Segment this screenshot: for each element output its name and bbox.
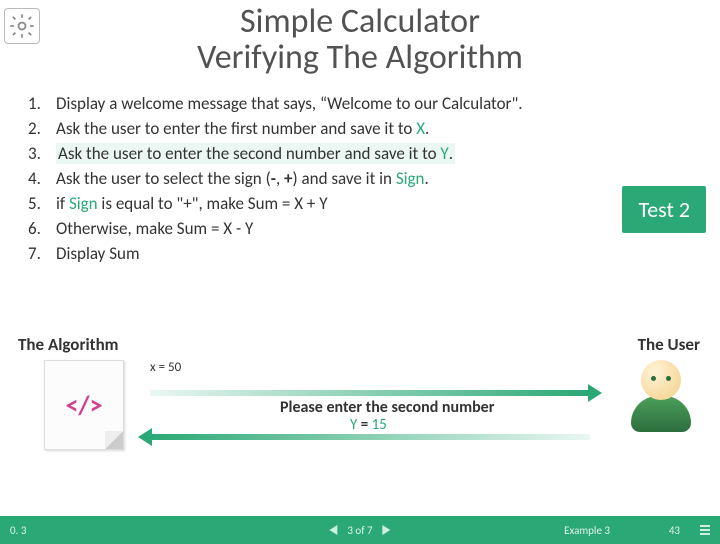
step-6: 6.Otherwise, make Sum = X - Y: [28, 218, 720, 239]
page-number: 43: [669, 524, 680, 537]
y-assignment: Y = 15: [350, 416, 387, 434]
algorithm-steps: 1.Display a welcome message that says, “…: [28, 93, 720, 264]
step-5: 5.if Sign is equal to "+", make Sum = X …: [28, 193, 720, 214]
example-label: Example 3: [564, 524, 610, 537]
pager: 3 of 7: [329, 524, 390, 537]
prompt-text: Please enter the second number: [280, 398, 494, 417]
step-2: 2.Ask the user to enter the first number…: [28, 118, 720, 139]
menu-icon[interactable]: [700, 525, 710, 535]
pager-text: 3 of 7: [347, 524, 372, 537]
slide-title: Simple Calculator: [0, 4, 720, 40]
prev-icon[interactable]: [329, 525, 337, 535]
user-avatar-icon: [626, 360, 696, 440]
step-3: 3.Ask the user to enter the second numbe…: [28, 143, 720, 164]
gear-icon: [4, 8, 40, 44]
arrow-right-icon: [150, 390, 590, 396]
algorithm-label: The Algorithm: [18, 334, 119, 355]
code-doc-icon: </>: [44, 360, 124, 450]
step-4: 4.Ask the user to select the sign (-, +)…: [28, 168, 720, 189]
next-icon[interactable]: [383, 525, 391, 535]
test-button[interactable]: Test 2: [622, 186, 706, 233]
version-label: 0. 3: [10, 524, 26, 537]
step-1: 1.Display a welcome message that says, “…: [28, 93, 720, 114]
step-7: 7.Display Sum: [28, 243, 720, 264]
user-label: The User: [638, 334, 700, 355]
slide-subtitle: Verifying The Algorithm: [0, 40, 720, 76]
code-symbol-icon: </>: [65, 389, 102, 421]
x-assignment: x = 50: [150, 360, 181, 375]
arrow-left-icon: [150, 434, 590, 440]
